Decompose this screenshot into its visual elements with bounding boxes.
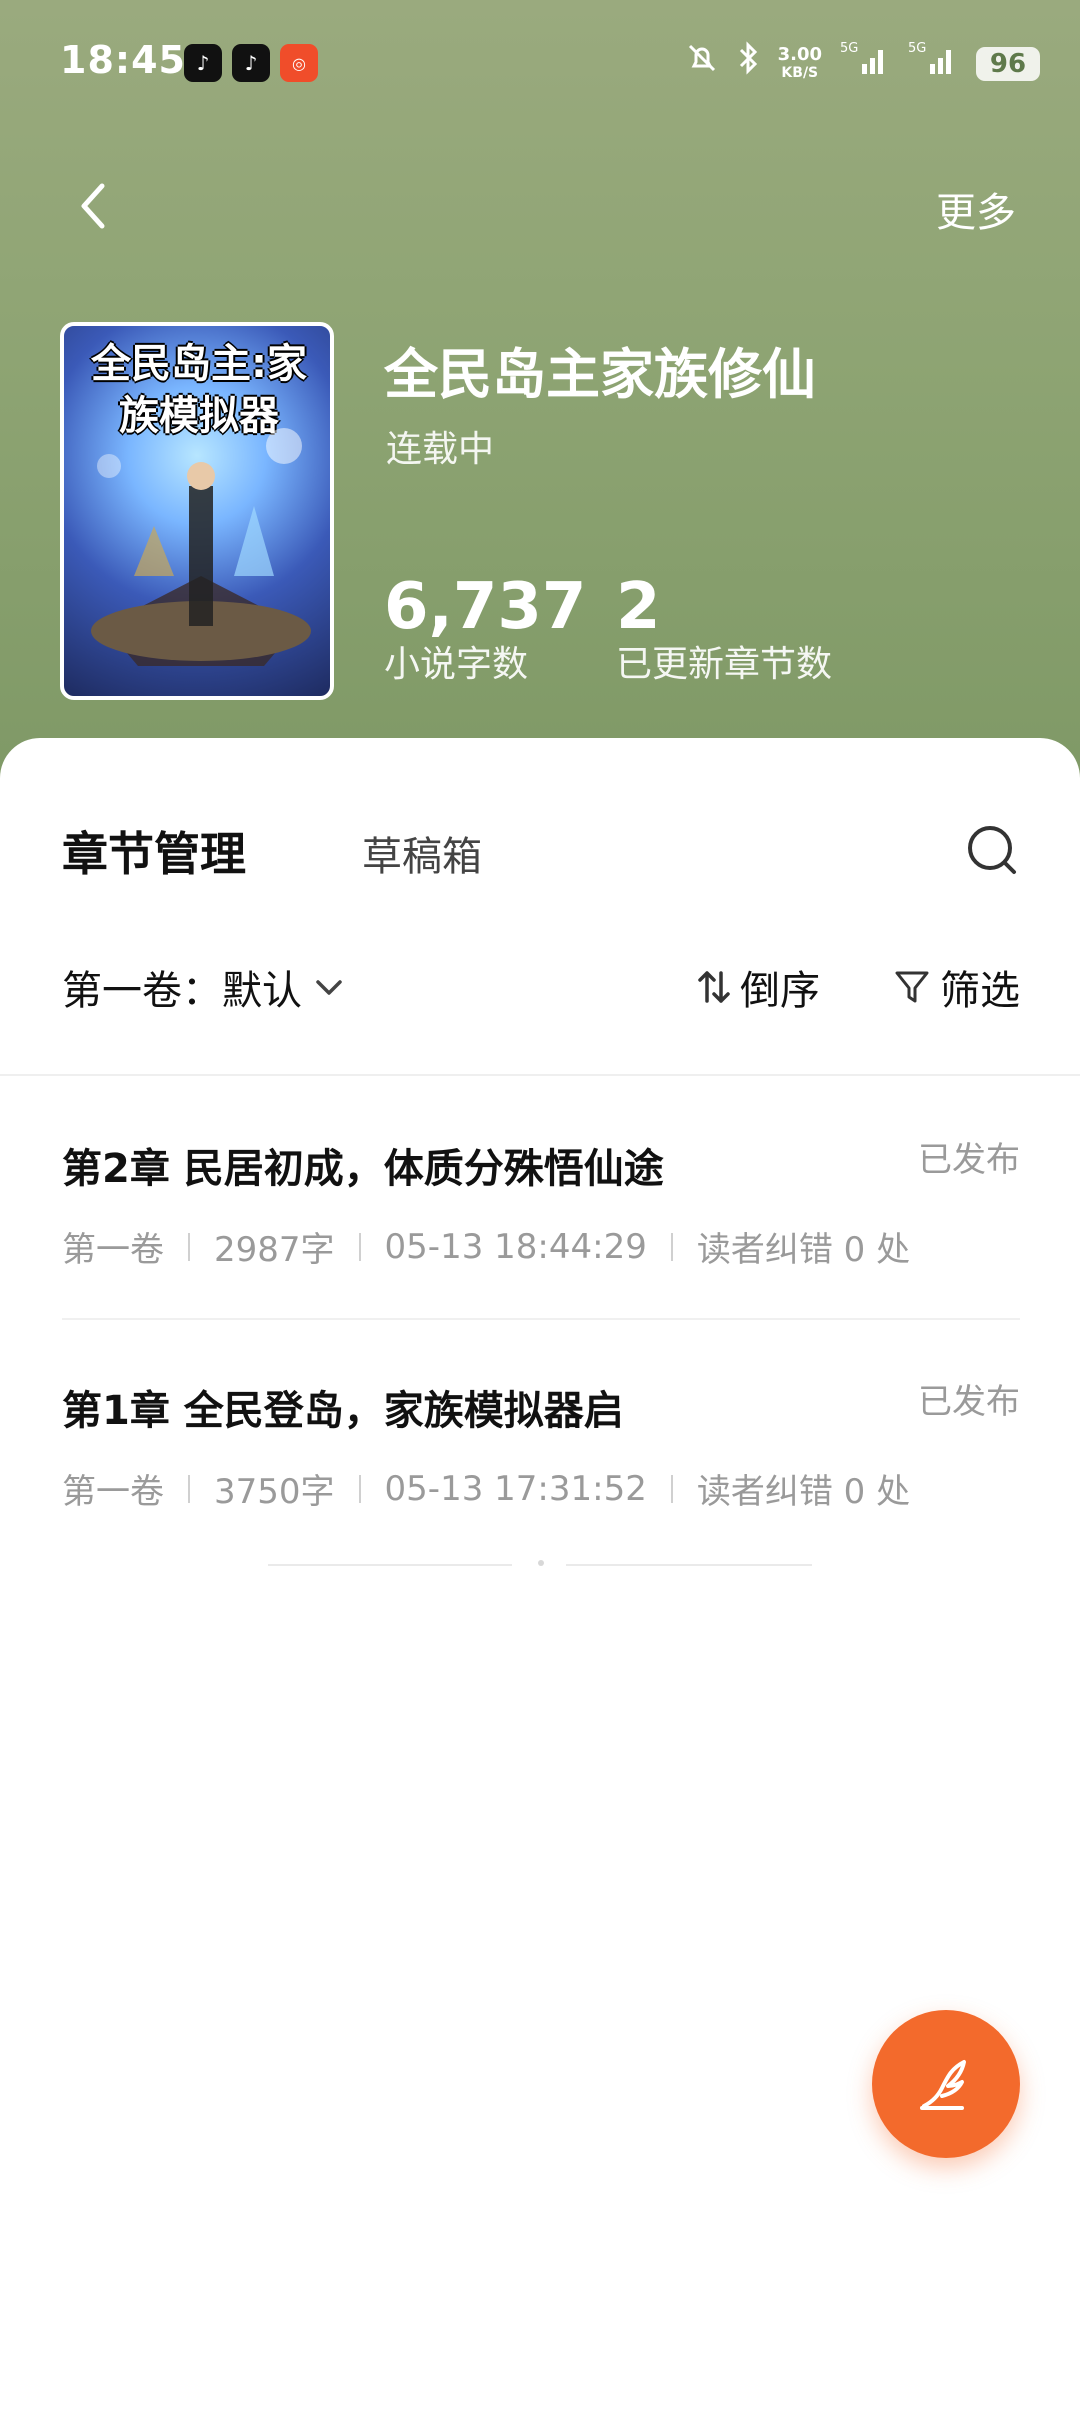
tab-bar: 章节管理 草稿箱 — [0, 818, 1080, 898]
chapter-volume: 第一卷 — [62, 1472, 164, 1512]
battery-indicator: 96 — [976, 46, 1040, 81]
quill-pen-icon — [920, 2060, 966, 2110]
chapter-sheet: 章节管理 草稿箱 第一卷：默认 倒序 筛选 第2章 民居初成，体质分殊悟仙途 已… — [0, 738, 1080, 2414]
status-indicators: 3.00 KB/S 5G 5G 96 — [684, 40, 1040, 87]
tab-drafts[interactable]: 草稿箱 — [362, 824, 482, 882]
filter-button[interactable]: 筛选 — [894, 958, 1020, 1016]
book-status: 连载中 — [386, 429, 495, 470]
tab-chapter-management[interactable]: 章节管理 — [62, 818, 246, 884]
word-count-label: 小说字数 — [384, 644, 529, 685]
book-header: 18:45 ♪ ♪ ◎ 3.00 KB/S 5G 5G 96 更多 全民岛主:家… — [0, 0, 1080, 790]
chapter-timestamp: 05-13 18:44:29 — [384, 1226, 647, 1267]
more-button[interactable]: 更多 — [936, 180, 1016, 238]
chapter-count-stat: 2 已更新章节数 — [616, 572, 832, 688]
filter-label: 筛选 — [940, 968, 1020, 1014]
chapter-count-label: 已更新章节数 — [616, 644, 833, 685]
app-notification-icon: ◎ — [280, 44, 318, 82]
chapter-word-count: 2987字 — [214, 1230, 335, 1270]
chapter-title: 第2章 民居初成，体质分殊悟仙途 — [62, 1146, 664, 1192]
volume-label: 第一卷：默认 — [62, 968, 302, 1014]
word-count-value: 6,737 — [384, 570, 587, 644]
funnel-icon — [895, 971, 929, 1003]
chevron-down-icon — [316, 980, 342, 995]
meta-separator — [358, 1232, 361, 1261]
svg-text:5G: 5G — [908, 41, 926, 56]
status-bar: 18:45 ♪ ♪ ◎ 3.00 KB/S 5G 5G 96 — [0, 0, 1080, 130]
chapter-status: 已发布 — [918, 1140, 1020, 1180]
chapter-meta: 第一卷 3750字 05-13 17:31:52 读者纠错 0 处 — [62, 1464, 910, 1513]
signal-icon-2: 5G — [908, 40, 958, 87]
top-nav: 更多 — [0, 160, 1080, 250]
back-button[interactable] — [70, 178, 120, 234]
meta-separator — [670, 1474, 673, 1503]
sort-order-button[interactable]: 倒序 — [696, 958, 820, 1016]
chapter-title: 第1章 全民登岛，家族模拟器启 — [62, 1388, 624, 1434]
chapter-error-reports: 读者纠错 0 处 — [696, 1230, 911, 1270]
meta-separator — [358, 1474, 361, 1503]
sort-icon — [698, 971, 730, 1003]
signal-icon-1: 5G — [840, 40, 890, 87]
douyin-icon-2: ♪ — [232, 44, 270, 82]
chapter-count-value: 2 — [616, 570, 661, 644]
back-arrow-icon — [81, 183, 105, 229]
chapter-status: 已发布 — [918, 1382, 1020, 1422]
book-cover[interactable]: 全民岛主:家族模拟器 — [60, 322, 334, 700]
bluetooth-icon — [738, 40, 760, 87]
search-icon — [968, 826, 1016, 874]
sort-order-label: 倒序 — [740, 968, 820, 1014]
meta-separator — [670, 1232, 673, 1261]
meta-separator — [188, 1232, 190, 1261]
chapter-timestamp: 05-13 17:31:52 — [384, 1468, 647, 1509]
filter-divider — [0, 1074, 1080, 1076]
write-chapter-button[interactable] — [872, 2010, 1020, 2158]
chapter-row[interactable]: 第1章 全民登岛，家族模拟器启 已发布 第一卷 3750字 05-13 17:3… — [62, 1378, 1020, 1578]
network-speed: 3.00 KB/S — [777, 43, 822, 81]
status-time: 18:45 — [60, 38, 186, 82]
book-title: 全民岛主家族修仙 — [384, 343, 816, 406]
chapter-volume: 第一卷 — [62, 1230, 164, 1270]
notification-icons: ♪ ♪ ◎ — [184, 44, 318, 82]
chapter-word-count: 3750字 — [214, 1472, 335, 1512]
volume-selector[interactable]: 第一卷：默认 — [62, 958, 344, 1016]
mute-bell-icon — [684, 40, 720, 87]
chapter-error-reports: 读者纠错 0 处 — [696, 1472, 911, 1512]
list-end-line-right — [566, 1564, 812, 1566]
cover-illustration — [91, 428, 311, 666]
list-end-line-left — [268, 1564, 512, 1566]
list-end-dot — [538, 1560, 544, 1566]
filter-bar: 第一卷：默认 倒序 筛选 — [0, 958, 1080, 1038]
word-count-stat: 6,737 小说字数 — [384, 572, 586, 688]
search-button[interactable] — [960, 818, 1026, 884]
row-divider — [62, 1318, 1020, 1320]
screen: 18:45 ♪ ♪ ◎ 3.00 KB/S 5G 5G 96 更多 全民岛主:家… — [0, 0, 1080, 2414]
douyin-icon: ♪ — [184, 44, 222, 82]
meta-separator — [188, 1474, 190, 1503]
chapter-meta: 第一卷 2987字 05-13 18:44:29 读者纠错 0 处 — [62, 1222, 910, 1271]
svg-text:5G: 5G — [840, 41, 858, 56]
chapter-row[interactable]: 第2章 民居初成，体质分殊悟仙途 已发布 第一卷 2987字 05-13 18:… — [62, 1136, 1020, 1336]
